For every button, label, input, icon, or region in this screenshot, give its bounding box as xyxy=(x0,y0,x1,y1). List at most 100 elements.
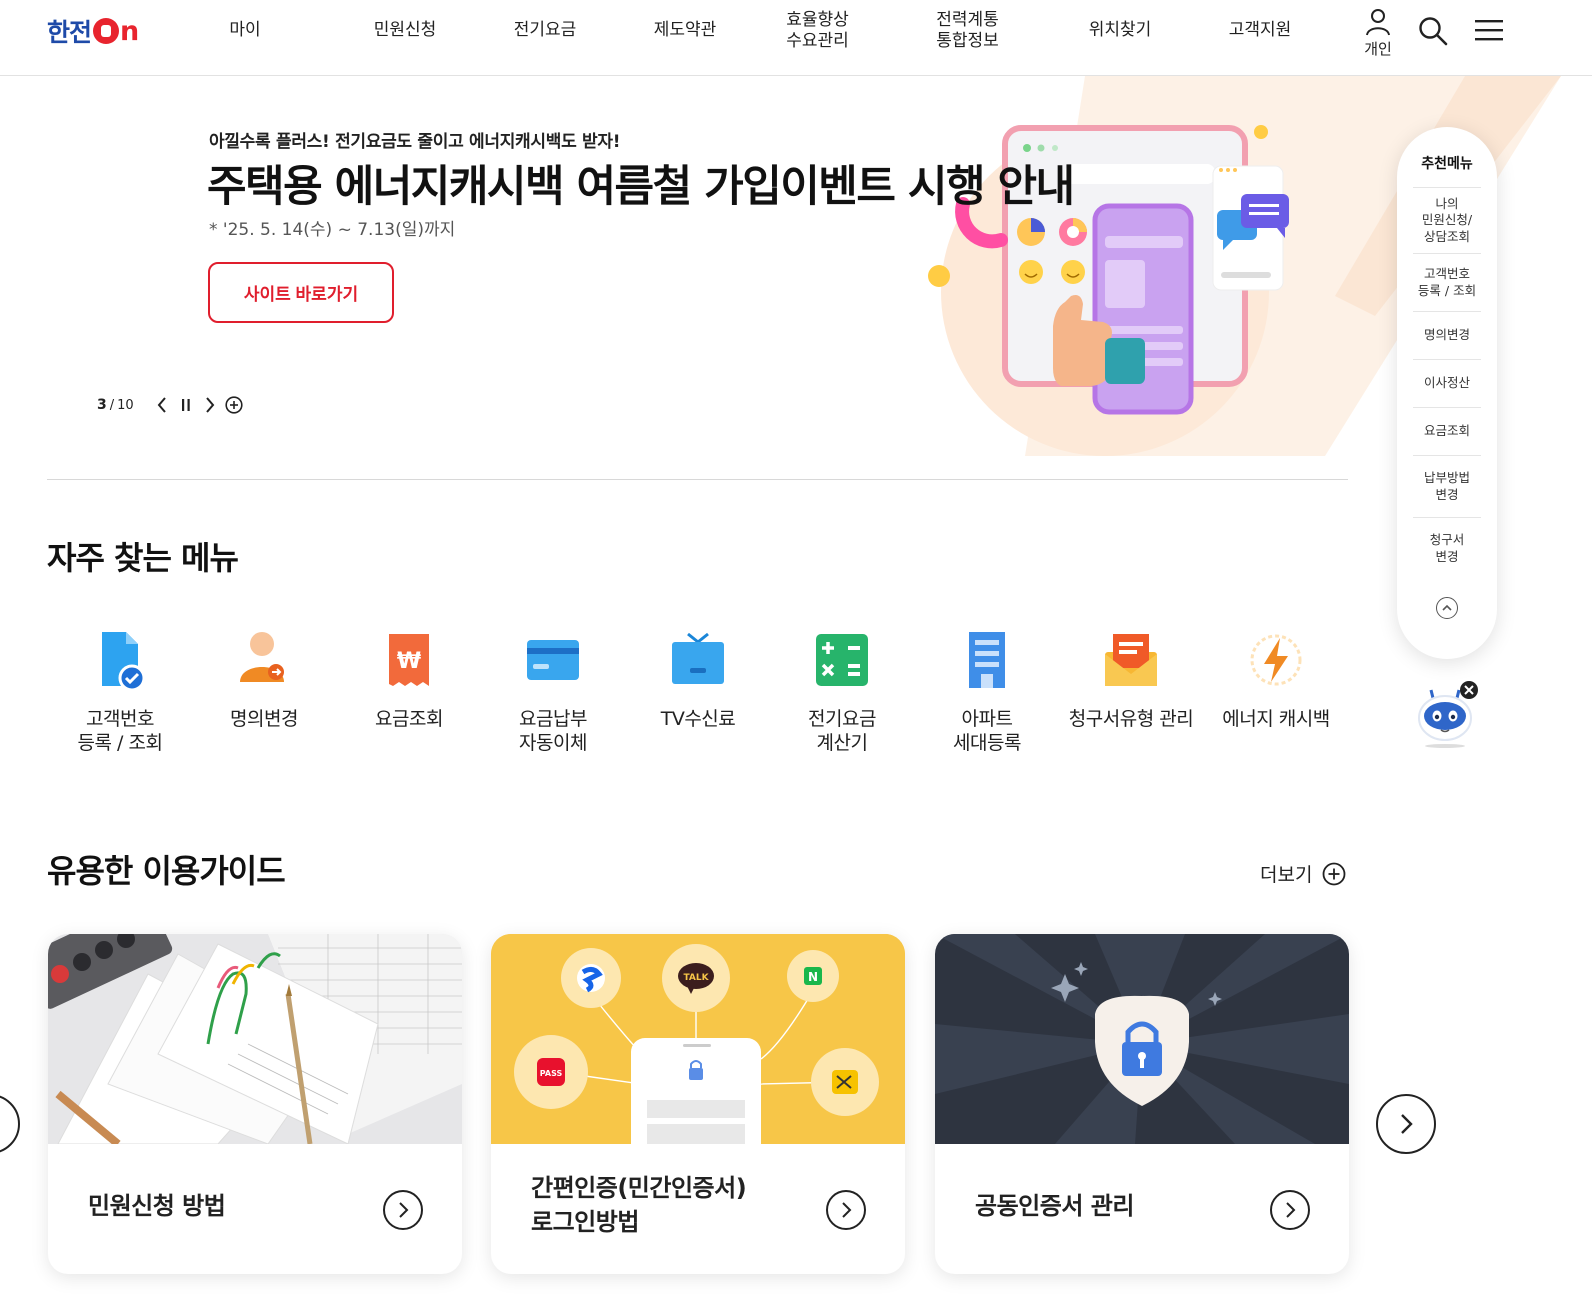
user-menu-button[interactable]: 개인 xyxy=(1356,8,1400,59)
guide-card-simple-auth[interactable]: TALK N PASS 간편인증(민간인증서) 로그인방법 xyxy=(491,934,905,1274)
naver-badge-text: N xyxy=(808,970,818,984)
guide-card-certificate[interactable]: 공동인증서 관리 xyxy=(935,934,1349,1274)
quick-menu-auto-transfer[interactable]: 요금납부 자동이체 xyxy=(483,628,623,756)
quick-menu-label: 아파트 세대등록 xyxy=(953,708,1021,754)
card-arrow-button[interactable] xyxy=(826,1190,866,1230)
chevron-right-icon xyxy=(842,1202,852,1218)
security-shield-illustration xyxy=(935,934,1349,1144)
more-guides-link[interactable]: 더보기 xyxy=(1260,860,1346,887)
scroll-top-button[interactable] xyxy=(1436,597,1458,619)
search-icon xyxy=(1419,17,1448,46)
logo-on-mark: n xyxy=(93,16,139,47)
quick-menu-label: 전기요금 계산기 xyxy=(808,708,876,754)
side-item-payment-method[interactable]: 납부방법 변경 xyxy=(1413,455,1481,517)
documents-photo xyxy=(48,934,462,1144)
talk-badge-text: TALK xyxy=(683,973,709,983)
quick-menu-apartment[interactable]: 아파트 세대등록 xyxy=(917,628,1057,756)
side-item-name-change[interactable]: 명의변경 xyxy=(1413,311,1481,359)
hamburger-icon xyxy=(1475,20,1503,41)
user-label: 개인 xyxy=(1364,40,1392,58)
guide-card-caption: 민원신청 방법 xyxy=(88,1192,226,1220)
nav-terms[interactable]: 제도약관 xyxy=(640,0,730,62)
quick-menu-label: 에너지 캐시백 xyxy=(1222,708,1330,730)
chatbot-button[interactable] xyxy=(1415,680,1483,748)
chevron-left-icon xyxy=(157,397,166,413)
credit-card-icon xyxy=(527,640,579,680)
quick-menu-bill-type[interactable]: 청구서유형 관리 xyxy=(1061,628,1201,732)
user-icon xyxy=(1366,9,1390,36)
simple-auth-illustration: TALK N PASS xyxy=(491,934,905,1144)
guide-section-title: 유용한 이용가이드 xyxy=(47,852,286,890)
quick-menu-label: TV수신료 xyxy=(660,708,736,730)
quick-menu-label: 요금조회 xyxy=(375,708,443,730)
won-receipt-icon: ₩ xyxy=(389,634,429,686)
next-slide-button[interactable] xyxy=(198,394,222,416)
side-item-moving-settlement[interactable]: 이사정산 xyxy=(1413,359,1481,407)
quick-menu-label: 명의변경 xyxy=(230,708,298,730)
guide-card-petition[interactable]: 민원신청 방법 xyxy=(48,934,462,1274)
side-item-bill-inquiry[interactable]: 요금조회 xyxy=(1413,407,1481,455)
nav-grid-info[interactable]: 전력계통 통합정보 xyxy=(920,0,1015,62)
card-arrow-button[interactable] xyxy=(1270,1190,1310,1230)
svg-text:₩: ₩ xyxy=(397,649,421,674)
frequent-menu-title: 자주 찾는 메뉴 xyxy=(47,539,239,577)
nav-efficiency[interactable]: 효율향상 수요관리 xyxy=(770,0,865,62)
nav-my[interactable]: 마이 xyxy=(215,0,275,62)
pager-separator: / xyxy=(109,397,115,413)
plus-circle-icon xyxy=(225,396,243,414)
section-divider xyxy=(47,479,1348,480)
nav-support[interactable]: 고객지원 xyxy=(1215,0,1305,62)
nav-location[interactable]: 위치찾기 xyxy=(1075,0,1165,62)
card-arrow-button[interactable] xyxy=(383,1190,423,1230)
side-item-bill-change[interactable]: 청구서 변경 xyxy=(1413,517,1481,579)
quick-menu-energy-cashback[interactable]: 에너지 캐시백 xyxy=(1206,628,1346,732)
quick-menu-bill-calculator[interactable]: 전기요금 계산기 xyxy=(772,628,912,756)
search-button[interactable] xyxy=(1418,16,1448,50)
quick-menu-customer-number[interactable]: 고객번호 등록 / 조회 xyxy=(50,628,190,756)
side-item-customer-number[interactable]: 고객번호 등록 / 조회 xyxy=(1413,253,1481,311)
plus-circle-icon xyxy=(1323,862,1346,885)
chevron-right-icon xyxy=(205,397,215,413)
pager-total: 10 xyxy=(117,397,134,413)
hero-pager: 3 / 10 xyxy=(97,394,246,416)
hero-date: * '25. 5. 14(수) ~ 7.13(일)까지 xyxy=(209,220,456,240)
pause-icon xyxy=(181,399,190,411)
quick-menu-bill-inquiry[interactable]: ₩ 요금조회 xyxy=(339,628,479,732)
pause-button[interactable] xyxy=(174,394,198,416)
apartment-icon xyxy=(969,632,1005,688)
recommended-side-menu: 추천메뉴 나의 민원신청/ 상담조회 고객번호 등록 / 조회 명의변경 이사정… xyxy=(1397,127,1497,659)
nav-electric-bill[interactable]: 전기요금 xyxy=(500,0,590,62)
quick-menu-label: 청구서유형 관리 xyxy=(1068,708,1194,730)
pager-current: 3 xyxy=(97,397,107,413)
hero-subtitle: 아낄수록 플러스! 전기요금도 줄이고 에너지캐시백도 받자! xyxy=(209,132,621,152)
hero-title: 주택용 에너지캐시백 여름철 가입이벤트 시행 안내 xyxy=(207,162,1075,212)
quick-menu-label: 요금납부 자동이체 xyxy=(519,708,587,754)
guide-card-caption: 공동인증서 관리 xyxy=(975,1192,1134,1220)
calculator-icon xyxy=(816,634,868,686)
quick-menu-tv-fee[interactable]: TV수신료 xyxy=(628,628,768,732)
menu-button[interactable] xyxy=(1475,18,1503,46)
tv-icon xyxy=(672,632,724,684)
energy-bolt-icon xyxy=(1250,634,1302,686)
chevron-up-icon xyxy=(1442,604,1452,611)
quick-menu-label: 고객번호 등록 / 조회 xyxy=(77,708,163,754)
person-change-icon xyxy=(240,632,284,682)
site-link-button[interactable]: 사이트 바로가기 xyxy=(208,262,394,323)
chevron-right-icon xyxy=(1401,1114,1413,1134)
guide-prev-button[interactable] xyxy=(0,1094,20,1154)
view-all-slides-button[interactable] xyxy=(222,394,246,416)
site-header: 한전 n 마이 민원신청 전기요금 제도약관 효율향상 수요관리 전력계통 통합… xyxy=(0,0,1592,76)
quick-menu-name-change[interactable]: 명의변경 xyxy=(194,628,334,732)
pass-badge-text: PASS xyxy=(540,1069,563,1078)
logo-text: 한전 xyxy=(47,18,92,47)
nav-civil-petition[interactable]: 민원신청 xyxy=(360,0,450,62)
prev-slide-button[interactable] xyxy=(150,394,174,416)
more-label: 더보기 xyxy=(1260,864,1313,886)
side-item-my-petition[interactable]: 나의 민원신청/ 상담조회 xyxy=(1413,187,1481,253)
kepco-on-logo[interactable]: 한전 n xyxy=(47,14,139,48)
side-menu-title: 추천메뉴 xyxy=(1421,156,1473,172)
chatbot-robot-icon xyxy=(1418,681,1478,748)
guide-next-button[interactable] xyxy=(1376,1094,1436,1154)
document-check-icon xyxy=(102,632,146,692)
chevron-right-icon xyxy=(399,1202,409,1218)
